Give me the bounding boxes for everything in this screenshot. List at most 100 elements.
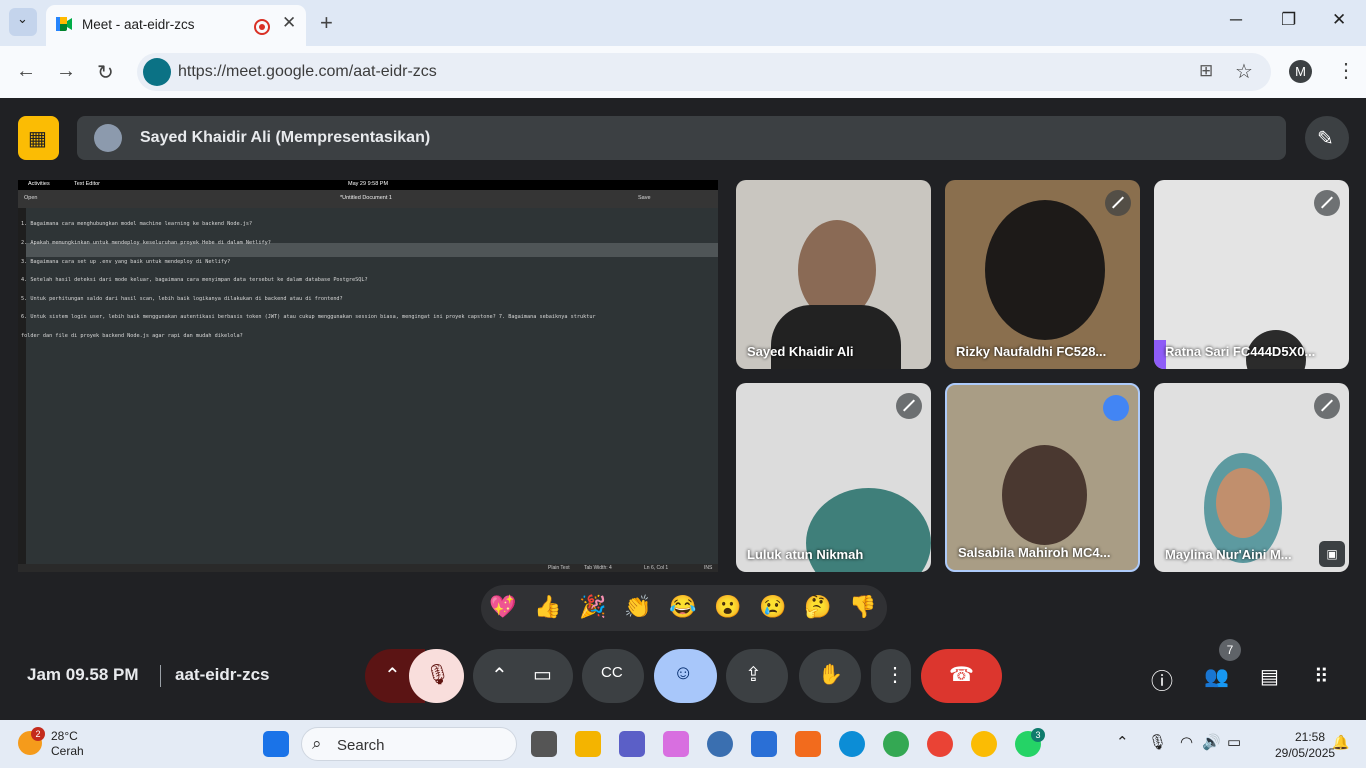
people-icon[interactable]: 👥 xyxy=(1204,664,1229,689)
speaking-indicator-icon xyxy=(1103,395,1129,421)
chevron-down-icon: ⌄ xyxy=(17,11,28,26)
shared-screen: Activities Text Editor May 29 9:58 PM Op… xyxy=(18,180,718,572)
chevron-up-icon[interactable]: ⌃ xyxy=(1116,733,1129,751)
windows-start-icon[interactable] xyxy=(263,731,289,757)
save-button: Save xyxy=(638,195,651,201)
leave-call-button[interactable]: ☎ xyxy=(921,649,1002,703)
participant-tile[interactable]: Salsabila Mahiroh MC4... xyxy=(945,383,1140,572)
editor-header: Open *Untitled Document 1 Save xyxy=(18,190,718,208)
effects-button[interactable]: ✎ xyxy=(1305,116,1349,160)
edge-icon[interactable] xyxy=(839,731,865,757)
participant-name: Luluk atun Nikmah xyxy=(747,547,864,562)
status-item: Tab Width: 4 xyxy=(584,565,612,571)
reaction-surprised[interactable]: 😮 xyxy=(714,594,741,620)
store-icon[interactable] xyxy=(751,731,777,757)
editor-line: 2. Apakah memungkinkan untuk mendeploy k… xyxy=(21,240,271,247)
muted-mic-icon xyxy=(1314,190,1340,216)
file-explorer-icon[interactable] xyxy=(575,731,601,757)
restore-button[interactable]: ❐ xyxy=(1281,10,1296,30)
weather-widget[interactable]: 28°C Cerah xyxy=(51,729,84,759)
participant-tile[interactable]: Ratna Sari FC444D5X0... xyxy=(1154,180,1349,369)
profile-avatar[interactable]: M xyxy=(1289,60,1312,83)
taskbar-search[interactable]: ⌕ Search xyxy=(301,727,517,761)
camera-options-button[interactable]: ⌃ ▭ xyxy=(473,649,573,703)
microphone-icon[interactable]: 🎙 xyxy=(1148,733,1167,751)
captions-button[interactable]: CC xyxy=(582,649,644,703)
omnibox[interactable]: https://meet.google.com/aat-eidr-zcs ⊞ ☆ xyxy=(137,53,1271,91)
reload-button[interactable]: ↻ xyxy=(97,60,114,85)
reaction-sparkling-heart[interactable]: 💖 xyxy=(489,594,516,620)
chat-icon[interactable]: ▤ xyxy=(1260,664,1279,689)
chevron-up-icon: ⌃ xyxy=(491,665,508,687)
taskbar-clock[interactable]: 21:58 29/05/2025 xyxy=(1275,729,1335,761)
weather-desc: Cerah xyxy=(51,744,84,758)
meeting-code: aat-eidr-zcs xyxy=(175,665,270,684)
wifi-icon[interactable]: ◠ xyxy=(1180,733,1193,751)
present-button[interactable]: ⇪ xyxy=(726,649,788,703)
more-options-button[interactable]: ⋮ xyxy=(871,649,911,703)
editor-line: 6. Untuk sistem login user, lebih baik m… xyxy=(21,314,596,321)
presenter-bar: Sayed Khaidir Ali (Mempresentasikan) xyxy=(77,116,1286,160)
reaction-party-popper[interactable]: 🎉 xyxy=(579,594,606,620)
activities-grid-icon[interactable]: ⠿ xyxy=(1314,664,1329,689)
dev-app-icon[interactable] xyxy=(707,731,733,757)
reactions-button[interactable]: ☺ xyxy=(654,649,717,703)
muted-mic-icon xyxy=(896,393,922,419)
tab-title: Meet - aat-eidr-zcs xyxy=(82,17,195,32)
volume-icon[interactable]: 🔊 xyxy=(1202,733,1221,751)
status-item: Ln 6, Col 1 xyxy=(644,565,669,571)
close-window-button[interactable]: ✕ xyxy=(1332,10,1346,30)
forward-button[interactable]: → xyxy=(56,60,76,83)
status-item: INS xyxy=(704,565,713,571)
participant-tile[interactable]: Rizky Naufaldhi FC528... xyxy=(945,180,1140,369)
reaction-thumbs-down[interactable]: 👎 xyxy=(849,594,876,620)
presenting-label: Sayed Khaidir Ali (Mempresentasikan) xyxy=(140,129,431,146)
participant-name: Salsabila Mahiroh MC4... xyxy=(958,545,1111,560)
raise-hand-button[interactable]: ✋ xyxy=(799,649,861,703)
divider xyxy=(160,665,161,687)
participant-tile[interactable]: Sayed Khaidir Ali xyxy=(736,180,931,369)
copilot-icon[interactable] xyxy=(663,731,689,757)
hand-icon: ✋ xyxy=(818,664,843,686)
chrome-profile-icon[interactable] xyxy=(927,731,953,757)
layout-icon: ▦ xyxy=(28,128,47,150)
weather-badge: 2 xyxy=(31,727,45,741)
minimize-button[interactable]: ─ xyxy=(1230,10,1242,30)
notification-icon[interactable]: 🔔 xyxy=(1332,734,1349,751)
participant-tile[interactable]: ▣ Maylina Nur'Aini M... xyxy=(1154,383,1349,572)
participant-name: Sayed Khaidir Ali xyxy=(747,344,854,359)
reaction-clapping[interactable]: 👏 xyxy=(624,594,651,620)
screen-date: May 29 9:58 PM xyxy=(348,181,389,187)
xampp-icon[interactable] xyxy=(795,731,821,757)
teams-icon[interactable] xyxy=(619,731,645,757)
open-button: Open xyxy=(24,195,38,201)
muted-mic-icon xyxy=(1105,190,1131,216)
back-button[interactable]: ← xyxy=(16,60,36,83)
translate-icon[interactable]: ⊞ xyxy=(1199,61,1213,81)
search-icon: ⌕ xyxy=(312,734,322,753)
reaction-laughing[interactable]: 😂 xyxy=(669,594,696,620)
meet-favicon-icon xyxy=(56,17,72,31)
reaction-thumbs-up[interactable]: 👍 xyxy=(534,594,561,620)
active-tab[interactable]: Meet - aat-eidr-zcs ✕ xyxy=(46,5,306,46)
mic-toggle-button[interactable]: 🎙 xyxy=(409,649,464,703)
chrome-icon[interactable] xyxy=(883,731,909,757)
browser-menu-icon[interactable]: ⋮ xyxy=(1336,58,1356,83)
battery-icon[interactable]: ▭ xyxy=(1227,733,1241,751)
new-tab-button[interactable]: + xyxy=(320,10,333,36)
pip-icon[interactable]: ▣ xyxy=(1319,541,1345,567)
url-text[interactable]: https://meet.google.com/aat-eidr-zcs xyxy=(178,63,437,81)
task-view-icon[interactable] xyxy=(531,731,557,757)
close-tab-icon[interactable]: ✕ xyxy=(282,13,296,33)
participant-tile[interactable]: Luluk atun Nikmah xyxy=(736,383,931,572)
search-label: Search xyxy=(337,737,385,754)
presentation-layout-button[interactable]: ▦ xyxy=(18,116,59,160)
tab-search-button[interactable]: ⌄ xyxy=(9,8,37,36)
reaction-thinking[interactable]: 🤔 xyxy=(804,594,831,620)
reaction-crying[interactable]: 😢 xyxy=(759,594,786,620)
info-icon[interactable]: ⓘ xyxy=(1151,664,1173,696)
bookmark-star-icon[interactable]: ☆ xyxy=(1235,59,1253,84)
camera-icon: ▭ xyxy=(533,664,552,686)
site-info-icon[interactable] xyxy=(143,58,171,86)
chrome-alt-icon[interactable] xyxy=(971,731,997,757)
